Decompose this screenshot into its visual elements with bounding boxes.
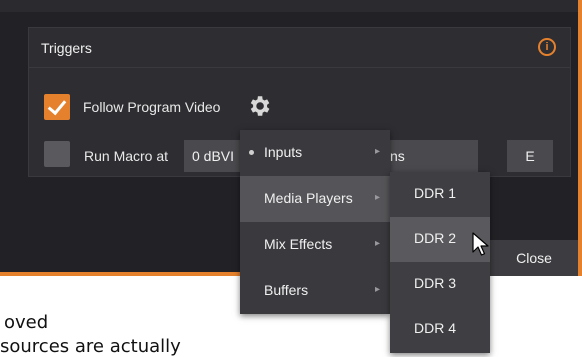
gear-icon[interactable] [246,93,272,119]
menu-item-label: Inputs [264,144,303,160]
run-macro-label: Run Macro at [84,148,169,164]
menu-item-mix-effects[interactable]: Mix Effects ▸ [240,222,390,268]
run-macro-checkbox[interactable] [44,141,70,167]
menu-item-label: Mix Effects [264,236,333,252]
background-text-line1: oved [4,312,49,333]
checkmark-icon [47,95,67,116]
submenu-item-label: DDR 4 [414,320,457,336]
close-button[interactable]: Close [490,240,578,276]
chevron-right-icon: ▸ [374,284,380,295]
menu-item-label: Media Players [264,190,353,206]
submenu-item-ddr1[interactable]: DDR 1 [390,172,490,217]
submenu-item-label: DDR 1 [414,185,457,201]
macro-value-text: 0 dBVI [192,148,235,164]
background-text-line2: sources are actually [0,336,181,357]
submenu-item-label: DDR 3 [414,275,457,291]
cursor-icon [472,232,489,256]
macro-value-tail: ns [390,148,405,164]
bullet-icon [249,150,254,155]
source-menu: Inputs ▸ Media Players ▸ Mix Effects ▸ B… [240,130,390,314]
submenu-item-ddr3[interactable]: DDR 3 [390,262,490,307]
panel-title: Triggers [41,40,92,56]
chevron-right-icon: ▸ [374,238,380,249]
follow-program-checkbox[interactable] [44,94,70,120]
edit-button[interactable]: E [507,140,553,172]
chevron-right-icon: ▸ [374,192,380,203]
menu-item-label: Buffers [264,282,309,298]
media-players-submenu: DDR 1 DDR 2 DDR 3 DDR 4 [390,172,490,353]
follow-program-label: Follow Program Video [83,99,221,115]
submenu-item-ddr4[interactable]: DDR 4 [390,307,490,352]
dialog-top-strip [0,0,578,12]
menu-item-media-players[interactable]: Media Players ▸ [240,176,390,222]
menu-item-inputs[interactable]: Inputs ▸ [240,130,390,176]
info-icon[interactable]: i [538,38,556,56]
submenu-item-label: DDR 2 [414,230,457,246]
chevron-right-icon: ▸ [374,146,380,157]
menu-item-buffers[interactable]: Buffers ▸ [240,268,390,314]
panel-header: Triggers i [29,28,570,68]
